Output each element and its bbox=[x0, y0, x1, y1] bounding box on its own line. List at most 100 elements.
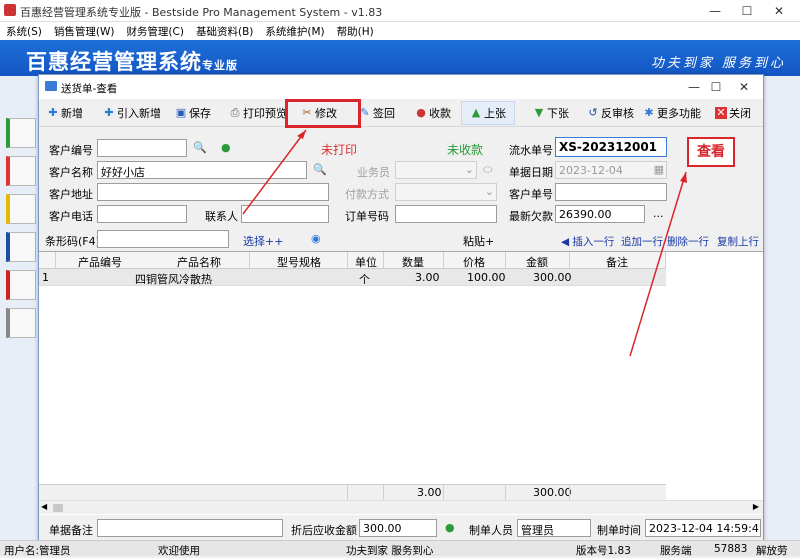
more-icon: ✱ bbox=[644, 106, 654, 119]
salesman-select[interactable]: ⌄ bbox=[395, 161, 477, 179]
cell-amount[interactable]: 300.00 bbox=[533, 271, 572, 284]
col-quantity[interactable]: 数量 bbox=[385, 254, 441, 270]
print-status: 未打印 bbox=[321, 143, 358, 157]
nav-button-2[interactable] bbox=[6, 156, 36, 186]
close-window-button[interactable]: ✕ 关闭 bbox=[715, 104, 751, 122]
save-button[interactable]: ▣ 保存 bbox=[175, 104, 211, 122]
scroll-left-icon[interactable]: ◀ bbox=[41, 502, 47, 511]
nav-button-3[interactable] bbox=[6, 194, 36, 224]
search-icon[interactable]: 🔍 bbox=[193, 141, 207, 154]
customer-name-input[interactable]: 好好小店 bbox=[97, 161, 307, 179]
nav-button-6[interactable] bbox=[6, 308, 36, 338]
nav-button-5[interactable] bbox=[6, 270, 36, 300]
copy-row-link[interactable]: 复制上行 bbox=[717, 234, 759, 249]
banner-slogan: 功夫到家 服务到心 bbox=[650, 56, 786, 71]
next-button[interactable]: ▼ 下张 bbox=[533, 104, 569, 122]
customer-address-input[interactable] bbox=[97, 183, 329, 201]
child-maximize-button[interactable]: ☐ bbox=[701, 78, 731, 96]
scrollbar-thumb[interactable] bbox=[53, 504, 63, 512]
maximize-button[interactable]: ☐ bbox=[732, 2, 762, 20]
col-spec[interactable]: 型号规格 bbox=[251, 254, 347, 270]
barcode-label: 条形码(F4) bbox=[45, 235, 100, 248]
delete-row-link[interactable]: 删除一行 bbox=[667, 234, 709, 249]
window-icon bbox=[45, 81, 57, 91]
menu-sales[interactable]: 销售管理(W) bbox=[48, 22, 121, 39]
cell-quantity[interactable]: 3.00 bbox=[415, 271, 440, 284]
col-divider bbox=[443, 252, 444, 269]
more-button[interactable]: ... bbox=[653, 207, 664, 220]
col-product-code[interactable]: 产品编号 bbox=[55, 254, 145, 270]
order-no-input[interactable] bbox=[395, 205, 497, 223]
col-remark[interactable]: 备注 bbox=[569, 254, 665, 270]
eraser-icon[interactable]: ⬭ bbox=[483, 163, 492, 177]
cell-product-name[interactable]: 四铜管风冷散热 bbox=[135, 271, 212, 287]
col-divider bbox=[383, 485, 384, 501]
menu-system[interactable]: 系统(S) bbox=[0, 22, 48, 39]
col-divider bbox=[569, 485, 570, 501]
child-close-button[interactable]: ✕ bbox=[729, 78, 759, 96]
receive-payment-button[interactable]: ● 收款 bbox=[415, 104, 451, 122]
serial-input[interactable]: XS-202312001 bbox=[555, 137, 667, 157]
serial-label: 流水单号 bbox=[509, 144, 553, 157]
col-divider bbox=[347, 485, 348, 501]
close-button[interactable]: ✕ bbox=[764, 2, 794, 20]
latest-debt-label: 最新欠款 bbox=[509, 210, 553, 223]
menu-help[interactable]: 帮助(H) bbox=[331, 22, 380, 39]
cell-price[interactable]: 100.00 bbox=[467, 271, 506, 284]
select-link[interactable]: 选择++ bbox=[243, 233, 283, 249]
customer-code-input[interactable] bbox=[97, 139, 187, 157]
customer-doc-input[interactable] bbox=[555, 183, 667, 201]
previous-button[interactable]: ▲ 上张 bbox=[461, 101, 515, 125]
remark-label: 单据备注 bbox=[49, 524, 93, 537]
menu-maintenance[interactable]: 系统维护(M) bbox=[259, 22, 330, 39]
banner-title: 百惠经营管理系统专业版 bbox=[26, 50, 238, 74]
pay-status: 未收款 bbox=[447, 143, 484, 157]
customer-phone-label: 客户电话 bbox=[49, 210, 93, 223]
payment-method-select[interactable]: ⌄ bbox=[395, 183, 497, 201]
barcode-input[interactable] bbox=[97, 230, 229, 248]
left-arrow-icon: ◀ bbox=[561, 236, 573, 248]
nav-button-4[interactable] bbox=[6, 232, 36, 262]
customer-doc-label: 客户单号 bbox=[509, 188, 553, 201]
scroll-right-icon[interactable]: ▶ bbox=[753, 502, 759, 511]
cell-unit[interactable]: 个 bbox=[359, 271, 370, 287]
contact-input[interactable] bbox=[241, 205, 329, 223]
print-preview-button[interactable]: ⎙ 打印预览 bbox=[229, 104, 287, 122]
more-functions-button[interactable]: ✱ 更多功能 bbox=[643, 104, 701, 122]
minimize-button[interactable]: — bbox=[700, 2, 730, 20]
horizontal-scrollbar[interactable]: ◀ ▶ bbox=[39, 500, 763, 514]
up-icon: ▲ bbox=[471, 106, 481, 119]
total-quantity: 3.00 bbox=[417, 486, 442, 499]
col-unit[interactable]: 单位 bbox=[349, 254, 383, 270]
col-product-name[interactable]: 产品名称 bbox=[149, 254, 249, 270]
globe-icon[interactable]: ◉ bbox=[311, 232, 321, 245]
table-row[interactable]: 1 四铜管风冷散热 个 3.00 100.00 300.00 bbox=[39, 269, 666, 286]
col-divider bbox=[383, 252, 384, 269]
menu-basic-data[interactable]: 基础资料(B) bbox=[190, 22, 259, 39]
green-circle-icon[interactable]: ● bbox=[221, 141, 231, 154]
customer-phone-input[interactable] bbox=[97, 205, 187, 223]
menu-finance[interactable]: 财务管理(C) bbox=[120, 22, 190, 39]
import-new-button[interactable]: ✚ 引入新增 bbox=[103, 104, 161, 122]
new-button[interactable]: ✚ 新增 bbox=[47, 104, 83, 122]
insert-row-link[interactable]: ◀ 插入一行 bbox=[561, 234, 614, 249]
nav-button-1[interactable] bbox=[6, 118, 36, 148]
salesman-label: 业务员 bbox=[357, 166, 390, 179]
append-row-link[interactable]: 追加一行 bbox=[621, 234, 663, 249]
col-price[interactable]: 价格 bbox=[443, 254, 505, 270]
plus-icon: ✚ bbox=[104, 106, 114, 119]
unreview-icon: ↺ bbox=[588, 106, 598, 119]
col-divider bbox=[347, 252, 348, 269]
search-icon[interactable]: 🔍 bbox=[313, 163, 327, 176]
close-icon: ✕ bbox=[715, 106, 727, 119]
sign-back-button[interactable]: ✎ 签回 bbox=[359, 104, 395, 122]
total-amount: 300.00 bbox=[533, 486, 572, 499]
make-time-value: 2023-12-04 14:59:41 bbox=[645, 519, 761, 537]
customer-name-label: 客户名称 bbox=[49, 166, 93, 179]
payment-method-label: 付款方式 bbox=[345, 188, 389, 201]
paste-link[interactable]: 粘贴+ bbox=[463, 233, 494, 249]
date-picker[interactable]: 2023-12-04 ▦ bbox=[555, 161, 667, 179]
remark-input[interactable] bbox=[97, 519, 283, 537]
col-amount[interactable]: 金额 bbox=[505, 254, 569, 270]
unreview-button[interactable]: ↺ 反审核 bbox=[587, 104, 634, 122]
